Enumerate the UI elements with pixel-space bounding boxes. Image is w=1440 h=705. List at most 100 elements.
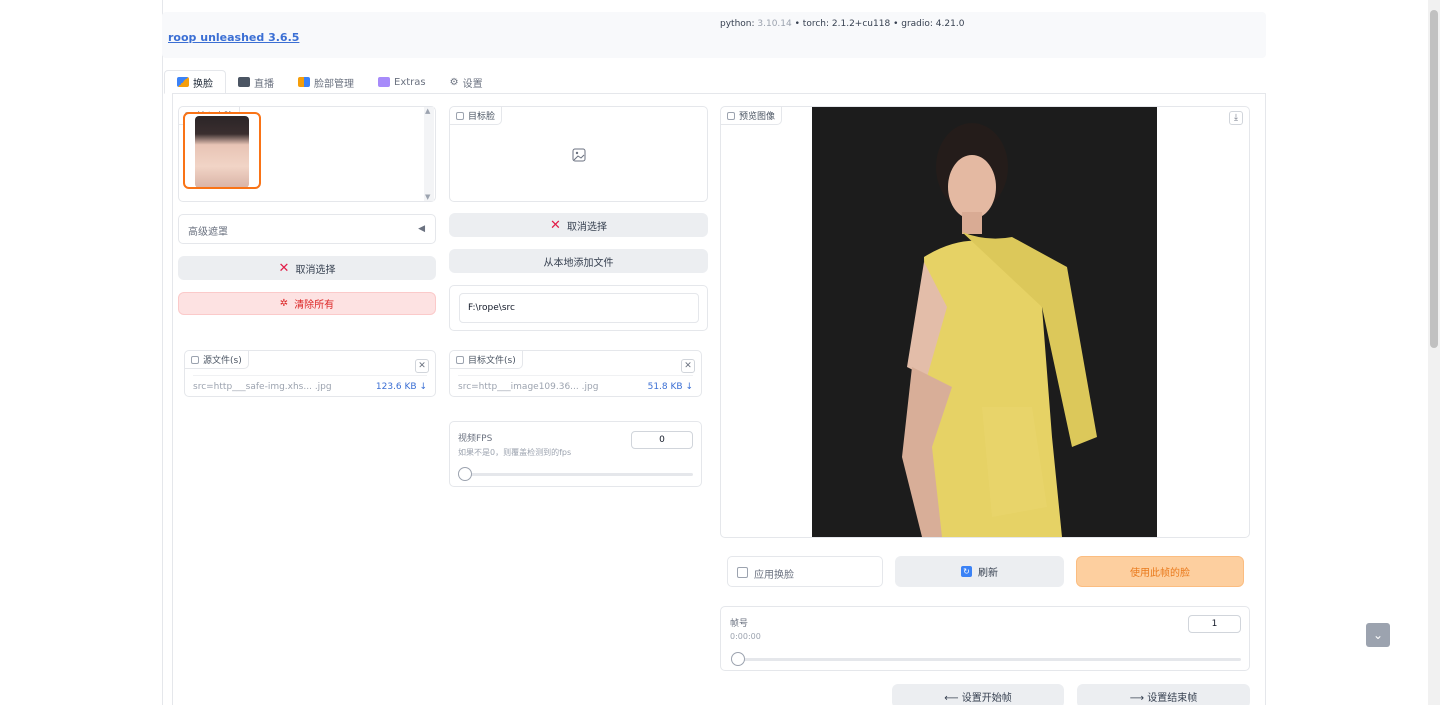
frame-slider-handle[interactable] [731, 652, 745, 666]
file-icon [456, 355, 464, 364]
tab-label: Extras [394, 76, 426, 88]
target-face-label-chip: 目标脸 [450, 107, 503, 125]
refresh-icon: ↻ [961, 566, 972, 577]
advanced-mask-label: 高级遮罩 [188, 227, 228, 238]
source-files-panel: 源文件(s) ✕ src=http___safe-img.xhs... .jpg… [184, 350, 436, 397]
refresh-button[interactable]: ↻ 刷新 [895, 556, 1064, 587]
set-end-frame-button[interactable]: ⟶ 设置结束帧 [1077, 684, 1250, 705]
set-start-frame-button[interactable]: ⟵ 设置开始帧 [892, 684, 1064, 705]
add-local-file-button[interactable]: 从本地添加文件 [449, 249, 708, 273]
chevron-down-icon: ⌄ [1372, 628, 1384, 642]
python-label: python: [720, 19, 755, 29]
input-face-thumbnail[interactable] [183, 112, 261, 189]
fps-slider-track[interactable] [463, 473, 693, 476]
preview-label: 预览图像 [739, 112, 776, 122]
source-files-label: 源文件(s) [203, 356, 242, 366]
use-frame-face-label: 使用此帧的脸 [1130, 568, 1190, 579]
settings-gear-icon: ⚙ [449, 76, 459, 88]
preview-figure [812, 107, 1157, 537]
tab-body-border [172, 93, 1266, 94]
target-face-label: 目标脸 [468, 112, 496, 122]
target-file-row[interactable]: src=http___image109.36... .jpg 51.8 KB ↓ [458, 375, 693, 397]
add-local-label: 从本地添加文件 [543, 257, 614, 269]
video-fps-panel: 视频FPS 如果不是0，则覆盖检测到的fps 0 [449, 421, 702, 487]
extras-icon [378, 77, 390, 87]
target-files-label: 目标文件(s) [468, 356, 516, 366]
version-info: python: 3.10.14 • torch: 2.1.2+cu118 • g… [720, 19, 964, 29]
frame-number-panel: 帧号 0:00:00 1 [720, 606, 1250, 671]
clear-all-label: 清除所有 [294, 300, 335, 311]
fps-label: 视频FPS [458, 434, 493, 444]
download-icon[interactable]: ⤓ [1229, 111, 1243, 125]
tab-extras[interactable]: Extras [366, 70, 438, 94]
gallery-scrollbar[interactable]: ▲ ▼ [424, 107, 434, 201]
set-end-label: ⟶ 设置结束帧 [1129, 692, 1198, 704]
preview-label-chip: 预览图像 [721, 107, 783, 125]
fps-slider-handle[interactable] [458, 467, 472, 481]
face-photo [195, 116, 249, 187]
face-manager-icon [298, 77, 310, 87]
frame-time: 0:00:00 [730, 632, 761, 641]
frame-label: 帧号 [730, 619, 749, 629]
tab-live[interactable]: 直播 [226, 70, 286, 94]
page-scrollbar[interactable] [1428, 0, 1440, 705]
tab-label: 换脸 [193, 78, 213, 90]
page-scrollbar-thumb[interactable] [1430, 10, 1438, 348]
target-file-size[interactable]: 51.8 KB ↓ [648, 382, 693, 392]
scroll-to-bottom-button[interactable]: ⌄ [1366, 623, 1390, 647]
source-cancel-button[interactable]: ✕ 取消选择 [178, 256, 436, 280]
frame-slider-track[interactable] [736, 658, 1241, 661]
app-title-link[interactable]: roop unleashed 3.6.5 [168, 31, 299, 44]
folder-path-input[interactable] [459, 293, 699, 323]
tab-label: 脸部管理 [314, 78, 354, 90]
scroll-up-icon: ▲ [425, 107, 431, 115]
apply-face-checkbox[interactable] [737, 567, 748, 578]
source-file-size[interactable]: 123.6 KB ↓ [376, 382, 427, 392]
face-swap-icon [177, 77, 189, 87]
tab-settings[interactable]: ⚙ 设置 [438, 70, 495, 94]
set-start-label: ⟵ 设置开始帧 [944, 692, 1012, 704]
fps-number-input[interactable]: 0 [631, 431, 693, 449]
tab-bar: 换脸 直播 脸部管理 Extras ⚙ 设置 [164, 70, 495, 94]
source-cancel-label: 取消选择 [295, 264, 336, 276]
tab-body-border-left [172, 93, 173, 705]
tab-label: 直播 [254, 78, 274, 90]
gradio-label: • gradio: [893, 19, 933, 29]
tab-face-swap[interactable]: 换脸 [164, 70, 226, 94]
image-placeholder-icon [572, 148, 586, 162]
refresh-label: 刷新 [978, 568, 998, 579]
preview-photo [812, 107, 1157, 537]
tab-face-manager[interactable]: 脸部管理 [286, 70, 366, 94]
source-files-close-icon[interactable]: ✕ [415, 359, 429, 373]
target-cancel-button[interactable]: ✕ 取消选择 [449, 213, 708, 237]
tab-label: 设置 [462, 78, 483, 90]
clear-all-button[interactable]: ✲ 清除所有 [178, 292, 436, 315]
live-camera-icon [238, 77, 250, 87]
source-file-row[interactable]: src=http___safe-img.xhs... .jpg 123.6 KB… [193, 375, 427, 397]
path-input-wrapper [449, 285, 708, 331]
torch-version: 2.1.2+cu118 [831, 19, 891, 29]
apply-face-label: 应用换脸 [754, 570, 794, 581]
target-cancel-label: 取消选择 [566, 221, 607, 233]
source-files-label-chip: 源文件(s) [185, 351, 249, 369]
image-icon [727, 111, 735, 120]
apply-face-swap-checkbox-wrapper[interactable]: 应用换脸 [727, 556, 883, 587]
broom-icon: ✲ [279, 298, 289, 309]
header-bar [162, 12, 1266, 58]
close-x-icon: ✕ [550, 217, 561, 233]
tab-body-border-right [1265, 93, 1266, 705]
file-icon [191, 355, 199, 364]
target-files-label-chip: 目标文件(s) [450, 351, 523, 369]
close-x-icon: ✕ [278, 260, 290, 276]
source-file-name: src=http___safe-img.xhs... .jpg [193, 381, 332, 392]
frame-number-input[interactable]: 1 [1188, 615, 1241, 633]
target-face-gallery[interactable]: 目标脸 [449, 106, 708, 202]
target-files-panel: 目标文件(s) ✕ src=http___image109.36... .jpg… [449, 350, 702, 397]
use-frame-face-button[interactable]: 使用此帧的脸 [1076, 556, 1244, 587]
torch-label: • torch: [794, 19, 830, 29]
scroll-down-icon: ▼ [425, 193, 431, 201]
fps-hint: 如果不是0，则覆盖检测到的fps [458, 448, 572, 457]
gradio-version: 4.21.0 [935, 19, 965, 29]
target-files-close-icon[interactable]: ✕ [681, 359, 695, 373]
advanced-mask-accordion[interactable]: 高级遮罩 ◀ [178, 214, 436, 244]
